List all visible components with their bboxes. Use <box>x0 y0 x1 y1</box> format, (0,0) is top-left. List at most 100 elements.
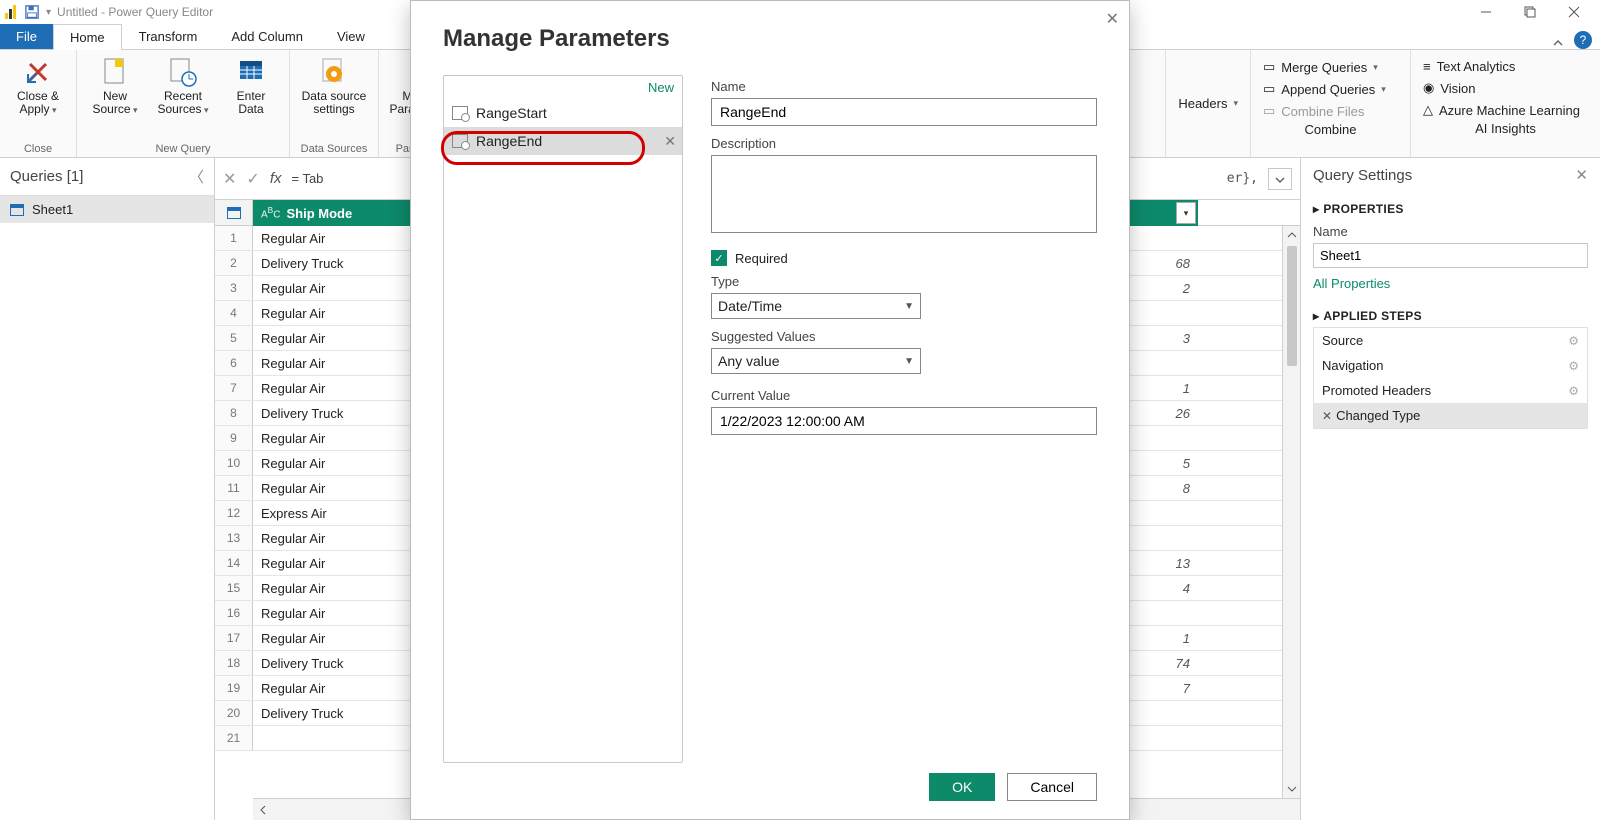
formula-accept-icon[interactable]: ✓ <box>246 169 259 189</box>
scroll-up-icon[interactable] <box>1283 226 1300 244</box>
row-number: 19 <box>215 676 253 700</box>
window-title: Untitled - Power Query Editor <box>57 5 213 19</box>
applied-step[interactable]: Navigation⚙ <box>1314 353 1587 378</box>
param-type-label: Type <box>711 274 1097 289</box>
dialog-close-icon[interactable]: ✕ <box>1106 9 1119 29</box>
param-desc-input[interactable] <box>711 155 1097 233</box>
type-text-icon: ABC <box>261 205 280 220</box>
name-label: Name <box>1313 224 1588 239</box>
required-checkbox[interactable]: ✓ Required <box>711 250 1097 266</box>
delete-step-icon[interactable]: ✕ <box>1322 409 1332 423</box>
merge-icon: ▭ <box>1263 59 1275 75</box>
app-icon <box>4 4 20 20</box>
collapse-ribbon-icon[interactable] <box>1546 37 1570 49</box>
tab-view[interactable]: View <box>320 23 382 49</box>
maximize-button[interactable] <box>1508 0 1552 24</box>
applied-step[interactable]: ✕Changed Type <box>1314 403 1587 428</box>
merge-queries-button[interactable]: ▭Merge Queries▾ <box>1263 56 1398 78</box>
column-filter-icon[interactable]: ▾ <box>1176 202 1196 224</box>
collapse-properties-icon: ▸ <box>1313 202 1319 216</box>
suggested-values-label: Suggested Values <box>711 329 1097 344</box>
vision-button[interactable]: ◉Vision <box>1423 77 1588 99</box>
combine-icon: ▭ <box>1263 103 1275 119</box>
recent-sources-button[interactable]: Recent Sources <box>153 54 213 118</box>
chevron-down-icon: ▼ <box>904 356 914 367</box>
enter-data-button[interactable]: Enter Data <box>221 54 281 118</box>
parameter-icon <box>452 106 468 120</box>
query-name-input[interactable] <box>1313 243 1588 268</box>
headers-dropdown[interactable]: Headers ▾ <box>1178 93 1238 114</box>
row-number: 11 <box>215 476 253 500</box>
tab-add-column[interactable]: Add Column <box>214 23 320 49</box>
qa-dropdown-icon[interactable]: ▾ <box>46 7 51 18</box>
save-icon[interactable] <box>24 4 40 20</box>
azure-ml-button[interactable]: △Azure Machine Learning <box>1423 99 1588 121</box>
table-icon <box>10 204 24 216</box>
applied-step[interactable]: Source⚙ <box>1314 328 1587 353</box>
collapse-steps-icon: ▸ <box>1313 309 1319 323</box>
vertical-scrollbar[interactable] <box>1282 226 1300 798</box>
chevron-down-icon: ▼ <box>904 301 914 312</box>
vision-icon: ◉ <box>1423 80 1434 96</box>
window-close-button[interactable] <box>1552 0 1596 24</box>
properties-section[interactable]: ▸ PROPERTIES <box>1313 192 1588 220</box>
param-type-select[interactable]: Date/Time▼ <box>711 293 921 319</box>
row-number: 14 <box>215 551 253 575</box>
row-number: 12 <box>215 501 253 525</box>
scrollbar-thumb[interactable] <box>1287 246 1297 366</box>
row-number: 2 <box>215 251 253 275</box>
new-parameter-link[interactable]: New <box>444 76 682 99</box>
current-value-label: Current Value <box>711 388 1097 403</box>
parameter-item[interactable]: RangeStart <box>444 99 682 127</box>
help-icon[interactable]: ? <box>1574 31 1592 49</box>
scroll-down-icon[interactable] <box>1283 780 1300 798</box>
delete-parameter-icon[interactable]: ✕ <box>664 133 676 150</box>
cancel-button[interactable]: Cancel <box>1007 773 1097 801</box>
tab-file[interactable]: File <box>0 24 53 49</box>
new-source-button[interactable]: New Source <box>85 54 145 118</box>
row-number: 8 <box>215 401 253 425</box>
row-number: 18 <box>215 651 253 675</box>
param-name-input[interactable] <box>711 98 1097 126</box>
query-settings-title: Query Settings <box>1313 167 1412 184</box>
collapse-queries-icon[interactable]: 〈 <box>189 166 204 187</box>
row-number: 10 <box>215 451 253 475</box>
gear-icon[interactable]: ⚙ <box>1568 334 1579 348</box>
suggested-values-select[interactable]: Any value▼ <box>711 348 921 374</box>
close-settings-icon[interactable]: ✕ <box>1575 166 1588 184</box>
current-value-input[interactable] <box>711 407 1097 435</box>
combine-files-button[interactable]: ▭Combine Files <box>1263 100 1398 122</box>
close-apply-button[interactable]: Close & Apply <box>8 54 68 118</box>
ok-button[interactable]: OK <box>929 773 995 801</box>
parameter-item[interactable]: RangeEnd✕ <box>444 127 682 155</box>
formula-expand-icon[interactable] <box>1268 168 1292 190</box>
row-number: 20 <box>215 701 253 725</box>
all-properties-link[interactable]: All Properties <box>1313 268 1390 299</box>
scroll-left-icon[interactable] <box>253 805 273 815</box>
gear-icon[interactable]: ⚙ <box>1568 384 1579 398</box>
dialog-title: Manage Parameters <box>443 25 1097 53</box>
applied-step[interactable]: Promoted Headers⚙ <box>1314 378 1587 403</box>
text-analytics-button[interactable]: ≡Text Analytics <box>1423 56 1588 77</box>
tab-transform[interactable]: Transform <box>122 23 215 49</box>
query-item-sheet1[interactable]: Sheet1 <box>0 196 214 223</box>
gear-icon[interactable]: ⚙ <box>1568 359 1579 373</box>
text-analytics-icon: ≡ <box>1423 59 1431 74</box>
manage-parameters-dialog: ✕ Manage Parameters New RangeStartRangeE… <box>410 0 1130 820</box>
row-number: 13 <box>215 526 253 550</box>
tab-home[interactable]: Home <box>53 24 122 50</box>
row-number: 16 <box>215 601 253 625</box>
minimize-button[interactable] <box>1464 0 1508 24</box>
parameter-icon <box>452 134 468 148</box>
select-all-corner[interactable] <box>215 200 253 225</box>
data-source-settings-button[interactable]: Data source settings <box>298 54 370 118</box>
fx-icon[interactable]: fx <box>270 170 282 187</box>
query-settings-pane: Query Settings ✕ ▸ PROPERTIES Name All P… <box>1300 158 1600 820</box>
row-number: 4 <box>215 301 253 325</box>
parameter-list: New RangeStartRangeEnd✕ <box>443 75 683 763</box>
applied-steps-section[interactable]: ▸ APPLIED STEPS <box>1313 299 1588 327</box>
append-queries-button[interactable]: ▭Append Queries▾ <box>1263 78 1398 100</box>
table-corner-icon <box>227 207 241 219</box>
formula-cancel-icon[interactable]: ✕ <box>223 169 236 189</box>
row-number: 17 <box>215 626 253 650</box>
